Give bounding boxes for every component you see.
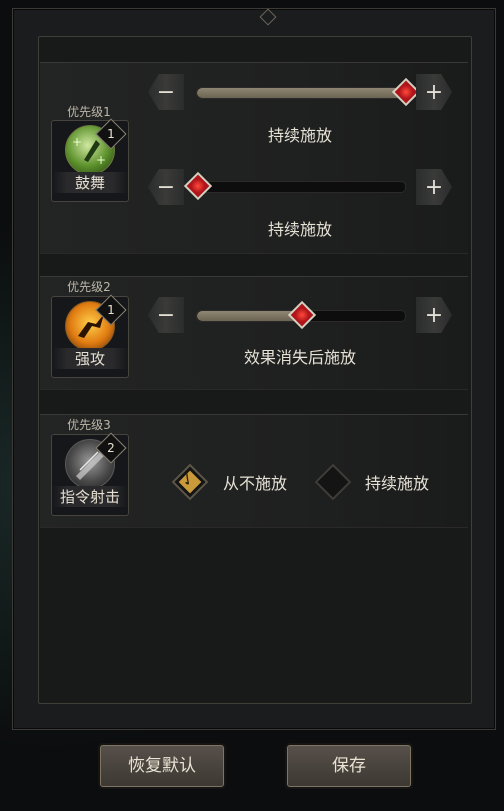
slider-fill — [197, 88, 405, 98]
skill-card[interactable]: 2 指令射击 — [51, 432, 129, 516]
skill-name: 指令射击 — [52, 486, 128, 507]
cast-slider[interactable] — [183, 171, 406, 201]
never-cast-label[interactable]: 从不施放 — [216, 470, 294, 494]
skill-name: 鼓舞 — [52, 172, 128, 193]
cast-mode-label: 持续施放 — [267, 126, 332, 145]
cast-slider[interactable] — [196, 77, 421, 107]
slider-fill — [197, 311, 301, 321]
svg-text:+: + — [96, 153, 106, 167]
cast-slider[interactable] — [196, 300, 406, 330]
priority-label: 优先级3 — [67, 418, 111, 432]
cast-mode-label: 效果消失后施放 — [243, 348, 356, 367]
save-button[interactable]: 保存 — [287, 745, 411, 787]
svg-text:+: + — [72, 135, 82, 149]
skill-card[interactable]: 1 强攻 — [51, 294, 129, 378]
skill-name: 强攻 — [52, 348, 128, 369]
skill-card[interactable]: + + 1 鼓舞 — [51, 118, 129, 202]
always-cast-label[interactable]: 持续施放 — [358, 470, 436, 494]
priority-label: 优先级2 — [67, 280, 111, 294]
priority-label: 优先级1 — [67, 105, 111, 119]
skill-slot-1: 优先级1 + + 1 鼓舞 — [50, 100, 129, 210]
skill-slot-2: 优先级2 1 强攻 — [50, 276, 129, 386]
panel-ornament — [259, 8, 277, 26]
reset-default-button[interactable]: 恢复默认 — [100, 745, 224, 787]
cast-mode-label: 持续施放 — [267, 220, 332, 239]
skill-slot-3: 优先级3 2 指令射击 — [50, 414, 129, 524]
